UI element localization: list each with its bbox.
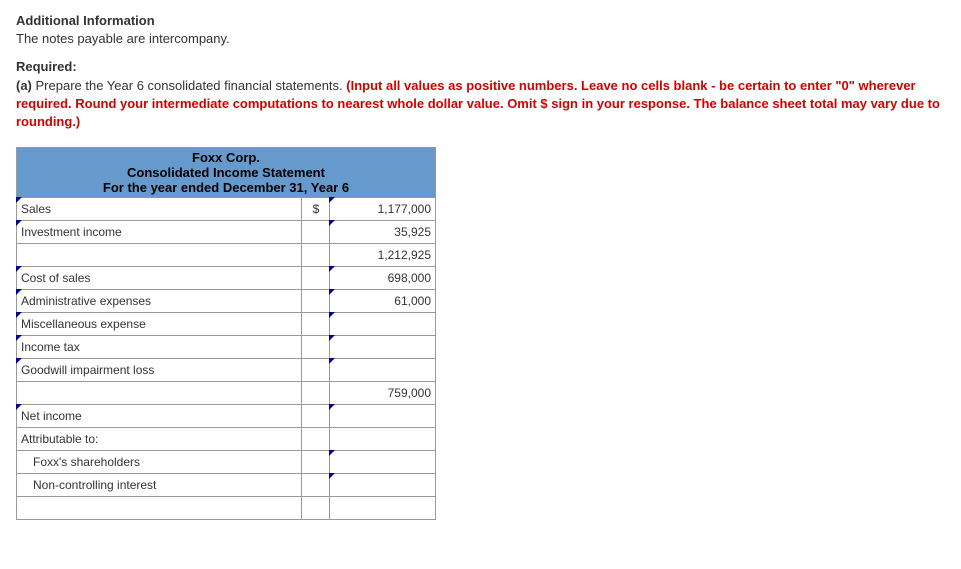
income-statement-table: Foxx Corp. Consolidated Income Statement…: [16, 147, 436, 520]
additional-info-body: The notes payable are intercompany.: [16, 30, 945, 48]
item-a-text: Prepare the Year 6 consolidated financia…: [32, 78, 346, 93]
row-blank-end: [17, 497, 436, 520]
input-admin-expenses[interactable]: 61,000: [394, 294, 431, 308]
additional-info-heading: Additional Information: [16, 13, 155, 28]
label-sales[interactable]: Sales: [21, 202, 51, 216]
input-sales[interactable]: 1,177,000: [378, 202, 431, 216]
label-income-tax[interactable]: Income tax: [21, 340, 80, 354]
row-net-income: Net income: [17, 405, 436, 428]
row-non-controlling-interest: Non-controlling interest: [17, 474, 436, 497]
label-non-controlling-interest: Non-controlling interest: [33, 478, 156, 492]
item-a-label: (a): [16, 78, 32, 93]
row-cost-of-sales: Cost of sales 698,000: [17, 267, 436, 290]
label-investment-income[interactable]: Investment income: [21, 225, 122, 239]
value-subtotal-expenses: 759,000: [388, 386, 431, 400]
row-foxx-shareholders: Foxx's shareholders: [17, 451, 436, 474]
row-attributable-to: Attributable to:: [17, 428, 436, 451]
statement-title: Consolidated Income Statement: [19, 165, 433, 180]
row-sales: Sales $ 1,177,000: [17, 198, 436, 221]
dollar-sign: $: [302, 198, 330, 221]
label-admin-expenses[interactable]: Administrative expenses: [21, 294, 151, 308]
row-income-tax: Income tax: [17, 336, 436, 359]
label-attributable-to: Attributable to:: [21, 432, 98, 446]
row-investment-income: Investment income 35,925: [17, 221, 436, 244]
label-goodwill-impairment[interactable]: Goodwill impairment loss: [21, 363, 154, 377]
required-heading: Required:: [16, 59, 77, 74]
label-misc-expense[interactable]: Miscellaneous expense: [21, 317, 146, 331]
statement-period: For the year ended December 31, Year 6: [19, 180, 433, 195]
value-subtotal-revenue: 1,212,925: [378, 248, 431, 262]
label-cost-of-sales[interactable]: Cost of sales: [21, 271, 90, 285]
input-investment-income[interactable]: 35,925: [394, 225, 431, 239]
row-goodwill-impairment: Goodwill impairment loss: [17, 359, 436, 382]
label-net-income[interactable]: Net income: [21, 409, 82, 423]
label-foxx-shareholders: Foxx's shareholders: [33, 455, 140, 469]
row-subtotal-revenue: 1,212,925: [17, 244, 436, 267]
input-cost-of-sales[interactable]: 698,000: [388, 271, 431, 285]
problem-text: Additional Information The notes payable…: [16, 12, 945, 131]
row-subtotal-expenses: 759,000: [17, 382, 436, 405]
table-header: Foxx Corp. Consolidated Income Statement…: [17, 148, 436, 198]
company-name: Foxx Corp.: [19, 150, 433, 165]
row-admin-expenses: Administrative expenses 61,000: [17, 290, 436, 313]
row-misc-expense: Miscellaneous expense: [17, 313, 436, 336]
